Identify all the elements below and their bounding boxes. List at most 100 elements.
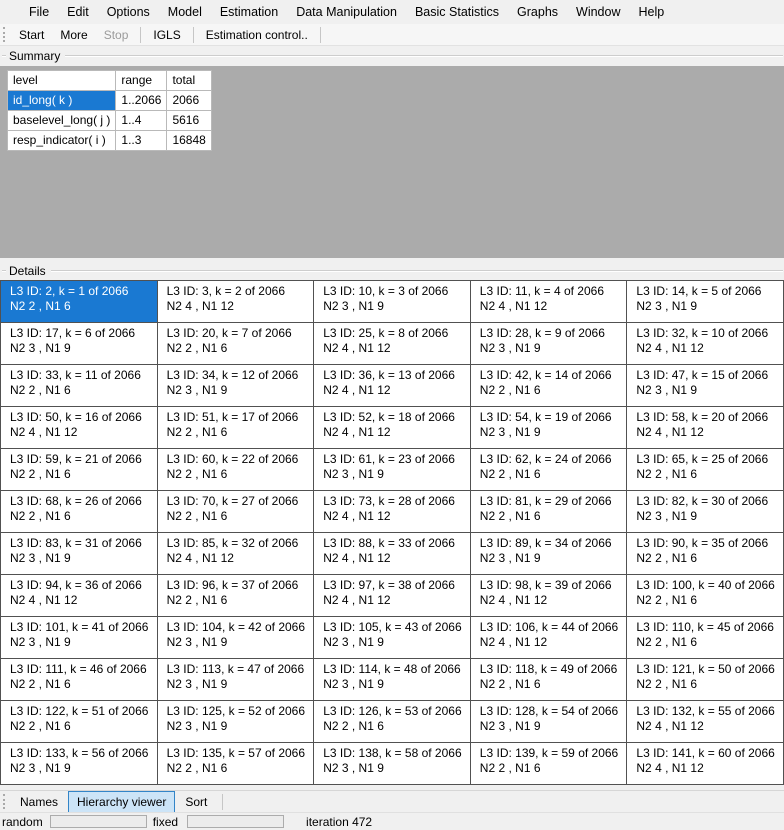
hierarchy-cell[interactable]: L3 ID: 51, k = 17 of 2066N2 2 , N1 6	[158, 407, 315, 449]
hierarchy-cell[interactable]: L3 ID: 32, k = 10 of 2066N2 4 , N1 12	[627, 323, 784, 365]
hierarchy-cell[interactable]: L3 ID: 94, k = 36 of 2066N2 4 , N1 12	[1, 575, 158, 617]
hierarchy-cell[interactable]: L3 ID: 118, k = 49 of 2066N2 2 , N1 6	[471, 659, 628, 701]
hierarchy-cell[interactable]: L3 ID: 138, k = 58 of 2066N2 3 , N1 9	[314, 743, 471, 785]
estimation-control-button[interactable]: Estimation control..	[198, 26, 316, 44]
hierarchy-cell[interactable]: L3 ID: 73, k = 28 of 2066N2 4 , N1 12	[314, 491, 471, 533]
hierarchy-cell[interactable]: L3 ID: 34, k = 12 of 2066N2 3 , N1 9	[158, 365, 315, 407]
cell-unit-counts-label: N2 2 , N1 6	[636, 467, 781, 482]
menu-item-window[interactable]: Window	[567, 2, 629, 22]
hierarchy-cell[interactable]: L3 ID: 98, k = 39 of 2066N2 4 , N1 12	[471, 575, 628, 617]
hierarchy-cell[interactable]: L3 ID: 133, k = 56 of 2066N2 3 , N1 9	[1, 743, 158, 785]
menu-item-estimation[interactable]: Estimation	[211, 2, 287, 22]
hierarchy-cell[interactable]: L3 ID: 11, k = 4 of 2066N2 4 , N1 12	[471, 281, 628, 323]
details-groupbox-header: Details	[0, 262, 784, 280]
hierarchy-cell[interactable]: L3 ID: 70, k = 27 of 2066N2 2 , N1 6	[158, 491, 315, 533]
hierarchy-cell[interactable]: L3 ID: 106, k = 44 of 2066N2 4 , N1 12	[471, 617, 628, 659]
menu-item-options[interactable]: Options	[98, 2, 159, 22]
hierarchy-cell[interactable]: L3 ID: 121, k = 50 of 2066N2 2 , N1 6	[627, 659, 784, 701]
cell-l3-id-label: L3 ID: 62, k = 24 of 2066	[480, 452, 625, 467]
hierarchy-cell[interactable]: L3 ID: 113, k = 47 of 2066N2 3 , N1 9	[158, 659, 315, 701]
hierarchy-cell[interactable]: L3 ID: 89, k = 34 of 2066N2 3 , N1 9	[471, 533, 628, 575]
hierarchy-cell[interactable]: L3 ID: 50, k = 16 of 2066N2 4 , N1 12	[1, 407, 158, 449]
hierarchy-cell[interactable]: L3 ID: 25, k = 8 of 2066N2 4 , N1 12	[314, 323, 471, 365]
menu-item-basic-statistics[interactable]: Basic Statistics	[406, 2, 508, 22]
hierarchy-cell[interactable]: L3 ID: 135, k = 57 of 2066N2 2 , N1 6	[158, 743, 315, 785]
hierarchy-cell[interactable]: L3 ID: 111, k = 46 of 2066N2 2 , N1 6	[1, 659, 158, 701]
toolbar-gripper-icon[interactable]	[3, 27, 6, 42]
hierarchy-cell[interactable]: L3 ID: 101, k = 41 of 2066N2 3 , N1 9	[1, 617, 158, 659]
hierarchy-cell[interactable]: L3 ID: 2, k = 1 of 2066N2 2 , N1 6	[1, 281, 158, 323]
hierarchy-cell[interactable]: L3 ID: 100, k = 40 of 2066N2 2 , N1 6	[627, 575, 784, 617]
hierarchy-cell[interactable]: L3 ID: 59, k = 21 of 2066N2 2 , N1 6	[1, 449, 158, 491]
hierarchy-cell[interactable]: L3 ID: 60, k = 22 of 2066N2 2 , N1 6	[158, 449, 315, 491]
cell-l3-id-label: L3 ID: 82, k = 30 of 2066	[636, 494, 781, 509]
hierarchy-cell[interactable]: L3 ID: 3, k = 2 of 2066N2 4 , N1 12	[158, 281, 315, 323]
hierarchy-cell[interactable]: L3 ID: 141, k = 60 of 2066N2 4 , N1 12	[627, 743, 784, 785]
summary-cell-total[interactable]: 16848	[167, 131, 211, 151]
hierarchy-cell[interactable]: L3 ID: 14, k = 5 of 2066N2 3 , N1 9	[627, 281, 784, 323]
hierarchy-cell[interactable]: L3 ID: 85, k = 32 of 2066N2 4 , N1 12	[158, 533, 315, 575]
summary-cell-level[interactable]: resp_indicator( i )	[8, 131, 116, 151]
tabbar-separator	[222, 794, 223, 810]
hierarchy-cell[interactable]: L3 ID: 125, k = 52 of 2066N2 3 , N1 9	[158, 701, 315, 743]
hierarchy-cell[interactable]: L3 ID: 17, k = 6 of 2066N2 3 , N1 9	[1, 323, 158, 365]
hierarchy-cell[interactable]: L3 ID: 20, k = 7 of 2066N2 2 , N1 6	[158, 323, 315, 365]
tab-hierarchy-viewer[interactable]: Hierarchy viewer	[68, 791, 175, 813]
cell-l3-id-label: L3 ID: 139, k = 59 of 2066	[480, 746, 625, 761]
hierarchy-cell[interactable]: L3 ID: 54, k = 19 of 2066N2 3 , N1 9	[471, 407, 628, 449]
hierarchy-cell[interactable]: L3 ID: 126, k = 53 of 2066N2 2 , N1 6	[314, 701, 471, 743]
summary-cell-range[interactable]: 1..2066	[116, 91, 167, 111]
hierarchy-cell[interactable]: L3 ID: 88, k = 33 of 2066N2 4 , N1 12	[314, 533, 471, 575]
hierarchy-cell[interactable]: L3 ID: 114, k = 48 of 2066N2 3 , N1 9	[314, 659, 471, 701]
hierarchy-cell[interactable]: L3 ID: 47, k = 15 of 2066N2 3 , N1 9	[627, 365, 784, 407]
hierarchy-cell[interactable]: L3 ID: 58, k = 20 of 2066N2 4 , N1 12	[627, 407, 784, 449]
more-button[interactable]: More	[52, 26, 95, 44]
hierarchy-cell[interactable]: L3 ID: 128, k = 54 of 2066N2 3 , N1 9	[471, 701, 628, 743]
hierarchy-cell[interactable]: L3 ID: 83, k = 31 of 2066N2 3 , N1 9	[1, 533, 158, 575]
start-button[interactable]: Start	[11, 26, 52, 44]
summary-cell-total[interactable]: 2066	[167, 91, 211, 111]
cell-l3-id-label: L3 ID: 28, k = 9 of 2066	[480, 326, 625, 341]
hierarchy-cell[interactable]: L3 ID: 33, k = 11 of 2066N2 2 , N1 6	[1, 365, 158, 407]
hierarchy-cell[interactable]: L3 ID: 122, k = 51 of 2066N2 2 , N1 6	[1, 701, 158, 743]
hierarchy-cell[interactable]: L3 ID: 132, k = 55 of 2066N2 4 , N1 12	[627, 701, 784, 743]
tab-names[interactable]: Names	[11, 791, 67, 813]
menu-item-graphs[interactable]: Graphs	[508, 2, 567, 22]
hierarchy-cell[interactable]: L3 ID: 65, k = 25 of 2066N2 2 , N1 6	[627, 449, 784, 491]
hierarchy-cell[interactable]: L3 ID: 52, k = 18 of 2066N2 4 , N1 12	[314, 407, 471, 449]
cell-unit-counts-label: N2 3 , N1 9	[167, 677, 312, 692]
hierarchy-cell[interactable]: L3 ID: 62, k = 24 of 2066N2 2 , N1 6	[471, 449, 628, 491]
hierarchy-cell[interactable]: L3 ID: 68, k = 26 of 2066N2 2 , N1 6	[1, 491, 158, 533]
hierarchy-cell[interactable]: L3 ID: 110, k = 45 of 2066N2 2 , N1 6	[627, 617, 784, 659]
hierarchy-cell[interactable]: L3 ID: 90, k = 35 of 2066N2 2 , N1 6	[627, 533, 784, 575]
igls-button[interactable]: IGLS	[145, 26, 188, 44]
groupbox-rule	[65, 55, 783, 57]
hierarchy-cell[interactable]: L3 ID: 104, k = 42 of 2066N2 3 , N1 9	[158, 617, 315, 659]
summary-cell-range[interactable]: 1..3	[116, 131, 167, 151]
hierarchy-cell[interactable]: L3 ID: 10, k = 3 of 2066N2 3 , N1 9	[314, 281, 471, 323]
tabbar-gripper-icon[interactable]	[3, 794, 6, 809]
hierarchy-cell[interactable]: L3 ID: 96, k = 37 of 2066N2 2 , N1 6	[158, 575, 315, 617]
hierarchy-cell[interactable]: L3 ID: 42, k = 14 of 2066N2 2 , N1 6	[471, 365, 628, 407]
menu-item-model[interactable]: Model	[159, 2, 211, 22]
hierarchy-cell[interactable]: L3 ID: 97, k = 38 of 2066N2 4 , N1 12	[314, 575, 471, 617]
summary-cell-level[interactable]: id_long( k )	[8, 91, 116, 111]
tab-sort[interactable]: Sort	[176, 791, 216, 813]
hierarchy-cell[interactable]: L3 ID: 36, k = 13 of 2066N2 4 , N1 12	[314, 365, 471, 407]
hierarchy-cell[interactable]: L3 ID: 139, k = 59 of 2066N2 2 , N1 6	[471, 743, 628, 785]
summary-cell-level[interactable]: baselevel_long( j )	[8, 111, 116, 131]
cell-unit-counts-label: N2 4 , N1 12	[636, 719, 781, 734]
menu-item-edit[interactable]: Edit	[58, 2, 98, 22]
hierarchy-cell[interactable]: L3 ID: 105, k = 43 of 2066N2 3 , N1 9	[314, 617, 471, 659]
cell-l3-id-label: L3 ID: 3, k = 2 of 2066	[167, 284, 312, 299]
hierarchy-cell[interactable]: L3 ID: 28, k = 9 of 2066N2 3 , N1 9	[471, 323, 628, 365]
hierarchy-cell[interactable]: L3 ID: 61, k = 23 of 2066N2 3 , N1 9	[314, 449, 471, 491]
summary-cell-total[interactable]: 5616	[167, 111, 211, 131]
summary-cell-range[interactable]: 1..4	[116, 111, 167, 131]
cell-l3-id-label: L3 ID: 96, k = 37 of 2066	[167, 578, 312, 593]
hierarchy-cell[interactable]: L3 ID: 82, k = 30 of 2066N2 3 , N1 9	[627, 491, 784, 533]
hierarchy-cell[interactable]: L3 ID: 81, k = 29 of 2066N2 2 , N1 6	[471, 491, 628, 533]
menu-item-help[interactable]: Help	[630, 2, 674, 22]
menu-item-data-manipulation[interactable]: Data Manipulation	[287, 2, 406, 22]
menu-item-file[interactable]: File	[20, 2, 58, 22]
